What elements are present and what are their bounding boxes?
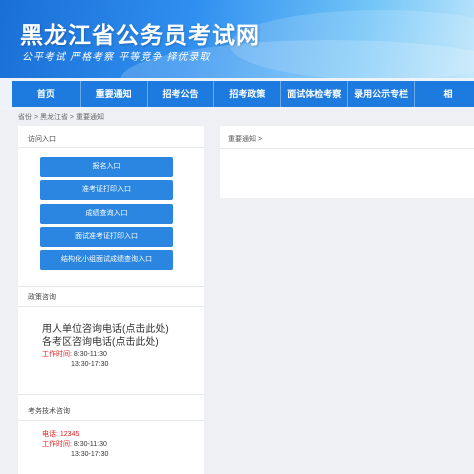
score-query-button[interactable]: 成绩查询入口 (40, 204, 173, 224)
tech-time-afternoon: 13:30-17:30 (71, 451, 109, 458)
divider (18, 420, 204, 421)
site-slogan: 公平考试 严格考察 平等竞争 择优录取 (22, 52, 211, 63)
work-time-morning: 8:30-11:30 (73, 351, 107, 358)
nav-item-interview[interactable]: 面试体检考察 (281, 81, 349, 107)
nav-item-notices[interactable]: 重要通知 (81, 81, 148, 107)
interview-ticket-button[interactable]: 面试准考证打印入口 (40, 227, 173, 247)
divider (220, 148, 474, 149)
divider (18, 286, 204, 287)
sidebar-panel: 访问入口 报名入口 准考证打印入口 成绩查询入口 面试准考证打印入口 结构化小组… (18, 126, 204, 474)
divider (18, 394, 204, 395)
nav-item-policy[interactable]: 招考政策 (214, 81, 282, 107)
admission-ticket-button[interactable]: 准考证打印入口 (40, 180, 173, 200)
tech-time-morning: 8:30-11:30 (73, 441, 107, 448)
register-button[interactable]: 报名入口 (40, 157, 173, 177)
work-time-label: 工作时间: (42, 351, 72, 358)
main-section-title: 重要通知 > (228, 136, 263, 143)
tech-time-label: 工作时间: (42, 441, 72, 448)
group-interview-score-button[interactable]: 结构化小组面试成绩查询入口 (40, 250, 173, 270)
district-phone-link[interactable]: 各考区咨询电话(点击此处) (42, 333, 159, 348)
work-time-afternoon: 13:30-17:30 (71, 361, 109, 368)
breadcrumb[interactable]: 省份 > 黑龙江省 > 重要通知 (18, 112, 104, 122)
tech-hours: 工作时间: 8:30-11:30 (42, 440, 107, 450)
site-title: 黑龙江省公务员考试网 (20, 23, 260, 49)
nav-item-more[interactable]: 相 (415, 81, 474, 107)
site-banner: 黑龙江省公务员考试网 公平考试 严格考察 平等竞争 择优录取 (0, 0, 474, 78)
nav-item-home[interactable]: 首页 (12, 81, 81, 107)
nav-item-publicity[interactable]: 录用公示专栏 (348, 81, 416, 107)
tech-phone: 电话: 12345 (42, 431, 80, 438)
divider (18, 306, 204, 307)
main-nav: 首页 重要通知 招考公告 招考政策 面试体检考察 录用公示专栏 相 (0, 78, 474, 110)
nav-item-announcements[interactable]: 招考公告 (148, 81, 215, 107)
work-hours: 工作时间: 8:30-11:30 (42, 350, 107, 360)
banner-wave-decoration (230, 10, 474, 78)
main-content-panel: 重要通知 > (220, 126, 474, 198)
divider (18, 147, 204, 148)
policy-section-title: 政策咨询 (28, 294, 56, 301)
entry-section-title: 访问入口 (28, 136, 56, 143)
tech-section-title: 考务技术咨询 (28, 408, 70, 415)
